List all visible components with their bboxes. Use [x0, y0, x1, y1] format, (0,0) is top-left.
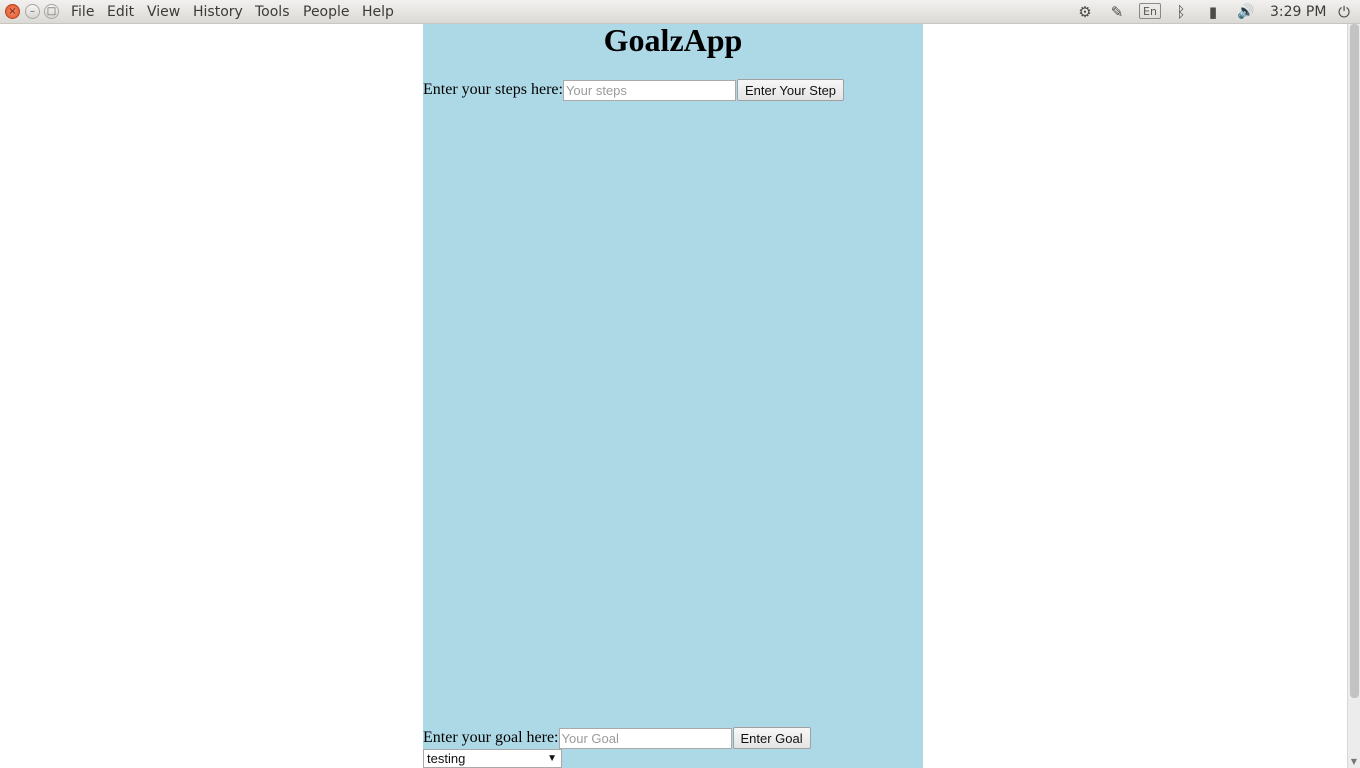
steps-row: Enter your steps here: Enter Your Step — [423, 79, 845, 101]
bluetooth-icon[interactable]: ᛒ — [1172, 2, 1190, 22]
menu-view[interactable]: View — [147, 3, 180, 21]
menu-help[interactable]: Help — [362, 3, 394, 21]
chevron-down-icon: ▼ — [547, 753, 557, 764]
menu-people[interactable]: People — [303, 3, 350, 21]
goal-select-value: testing — [427, 751, 466, 766]
scrollbar-thumb[interactable] — [1350, 24, 1359, 698]
menu-file[interactable]: File — [71, 3, 94, 21]
enter-step-button[interactable]: Enter Your Step — [736, 79, 845, 101]
network-icon[interactable]: ✎ — [1107, 2, 1127, 22]
scroll-down-arrow-icon[interactable]: ▼ — [1349, 758, 1359, 766]
battery-icon[interactable]: ▮ — [1204, 2, 1222, 22]
top-menubar: × – □ File Edit View History Tools Peopl… — [0, 0, 1360, 24]
enter-goal-button[interactable]: Enter Goal — [732, 727, 811, 749]
page-title: GoalzApp — [603, 22, 743, 58]
vertical-scrollbar[interactable]: ▼ — [1347, 24, 1360, 768]
menu-history[interactable]: History — [193, 3, 243, 21]
menu-tools[interactable]: Tools — [255, 3, 290, 21]
window-close-icon[interactable]: × — [5, 4, 20, 19]
keyboard-layout-indicator[interactable]: En — [1139, 3, 1161, 19]
power-icon[interactable]: ⏻ — [1334, 2, 1354, 22]
window-minimize-icon[interactable]: – — [25, 4, 40, 19]
goal-row: Enter your goal here: Enter Goal — [423, 727, 811, 749]
goal-input[interactable] — [558, 727, 732, 749]
goal-label: Enter your goal here: — [423, 729, 559, 746]
goal-select[interactable]: testing ▼ — [423, 749, 562, 768]
menu-edit[interactable]: Edit — [107, 3, 134, 21]
clock[interactable]: 3:29 PM — [1270, 3, 1326, 21]
steps-input[interactable] — [562, 79, 736, 101]
settings-icon[interactable]: ⚙ — [1074, 2, 1096, 22]
steps-label: Enter your steps here: — [423, 81, 563, 98]
goalzapp-container: GoalzApp Enter your steps here: Enter Yo… — [423, 24, 923, 768]
volume-icon[interactable]: 🔊 — [1235, 2, 1257, 22]
window-maximize-icon[interactable]: □ — [44, 4, 59, 19]
